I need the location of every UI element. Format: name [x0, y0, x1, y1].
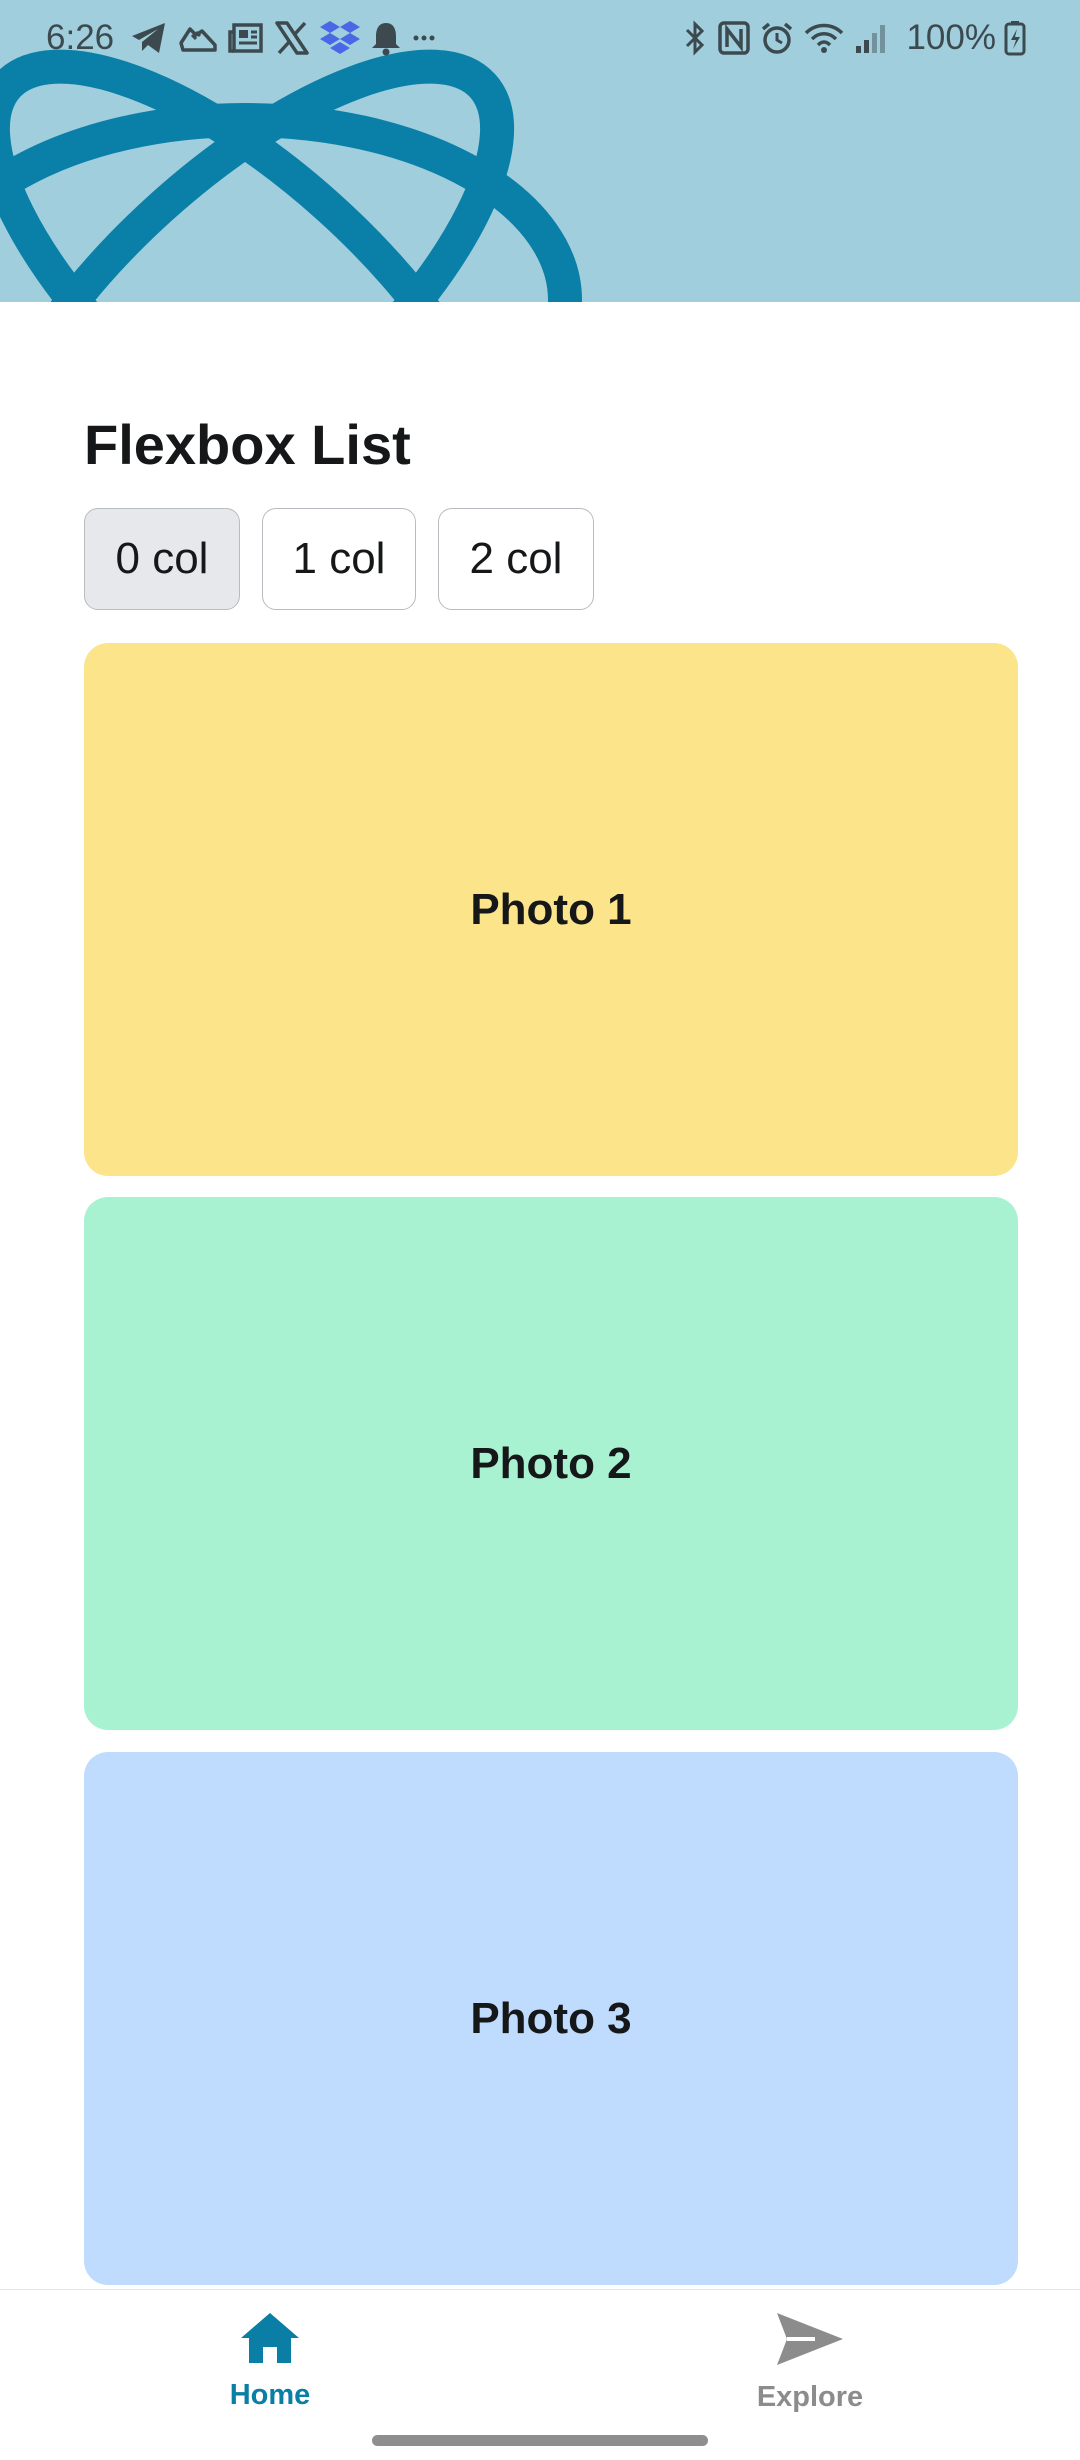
header-banner: 6:26 100%	[0, 0, 1080, 302]
status-bar: 6:26 100%	[0, 0, 1080, 76]
two-col-button[interactable]: 2 col	[438, 508, 594, 610]
battery-percent: 100%	[906, 18, 996, 57]
tab-home[interactable]: Home	[160, 2310, 380, 2412]
photo-label: Photo 1	[470, 884, 632, 934]
more-icon	[412, 33, 436, 43]
page-title: Flexbox List	[84, 413, 411, 476]
battery-icon	[1004, 20, 1026, 56]
one-col-button[interactable]: 1 col	[262, 508, 416, 610]
tab-explore[interactable]: Explore	[700, 2310, 920, 2414]
news-icon	[228, 22, 264, 54]
telegram-icon	[130, 21, 168, 55]
screen: 6:26 100% Flexbox List 0 col 1 col 2 col…	[0, 0, 1080, 2460]
shoe-icon	[178, 21, 218, 55]
alarm-icon	[760, 21, 794, 55]
photo-card-3: Photo 3	[84, 1752, 1018, 2285]
home-indicator[interactable]	[372, 2435, 708, 2446]
bell-icon	[370, 20, 402, 56]
signal-icon	[854, 22, 890, 54]
nfc-icon	[718, 21, 751, 55]
zero-col-button[interactable]: 0 col	[84, 508, 240, 610]
x-icon	[274, 21, 310, 55]
photo-label: Photo 3	[470, 1993, 632, 2043]
tab-label: Home	[229, 2379, 311, 2411]
dropbox-icon	[320, 19, 361, 57]
tab-label: Explore	[756, 2381, 864, 2413]
status-time: 6:26	[46, 18, 115, 57]
paper-plane-icon	[775, 2310, 845, 2373]
house-icon	[238, 2310, 302, 2371]
photo-card-2: Photo 2	[84, 1197, 1018, 1730]
photo-label: Photo 2	[470, 1438, 632, 1488]
photo-card-1: Photo 1	[84, 643, 1018, 1176]
column-selector: 0 col 1 col 2 col	[84, 508, 616, 610]
wifi-icon	[804, 22, 844, 54]
bluetooth-icon	[682, 20, 708, 56]
